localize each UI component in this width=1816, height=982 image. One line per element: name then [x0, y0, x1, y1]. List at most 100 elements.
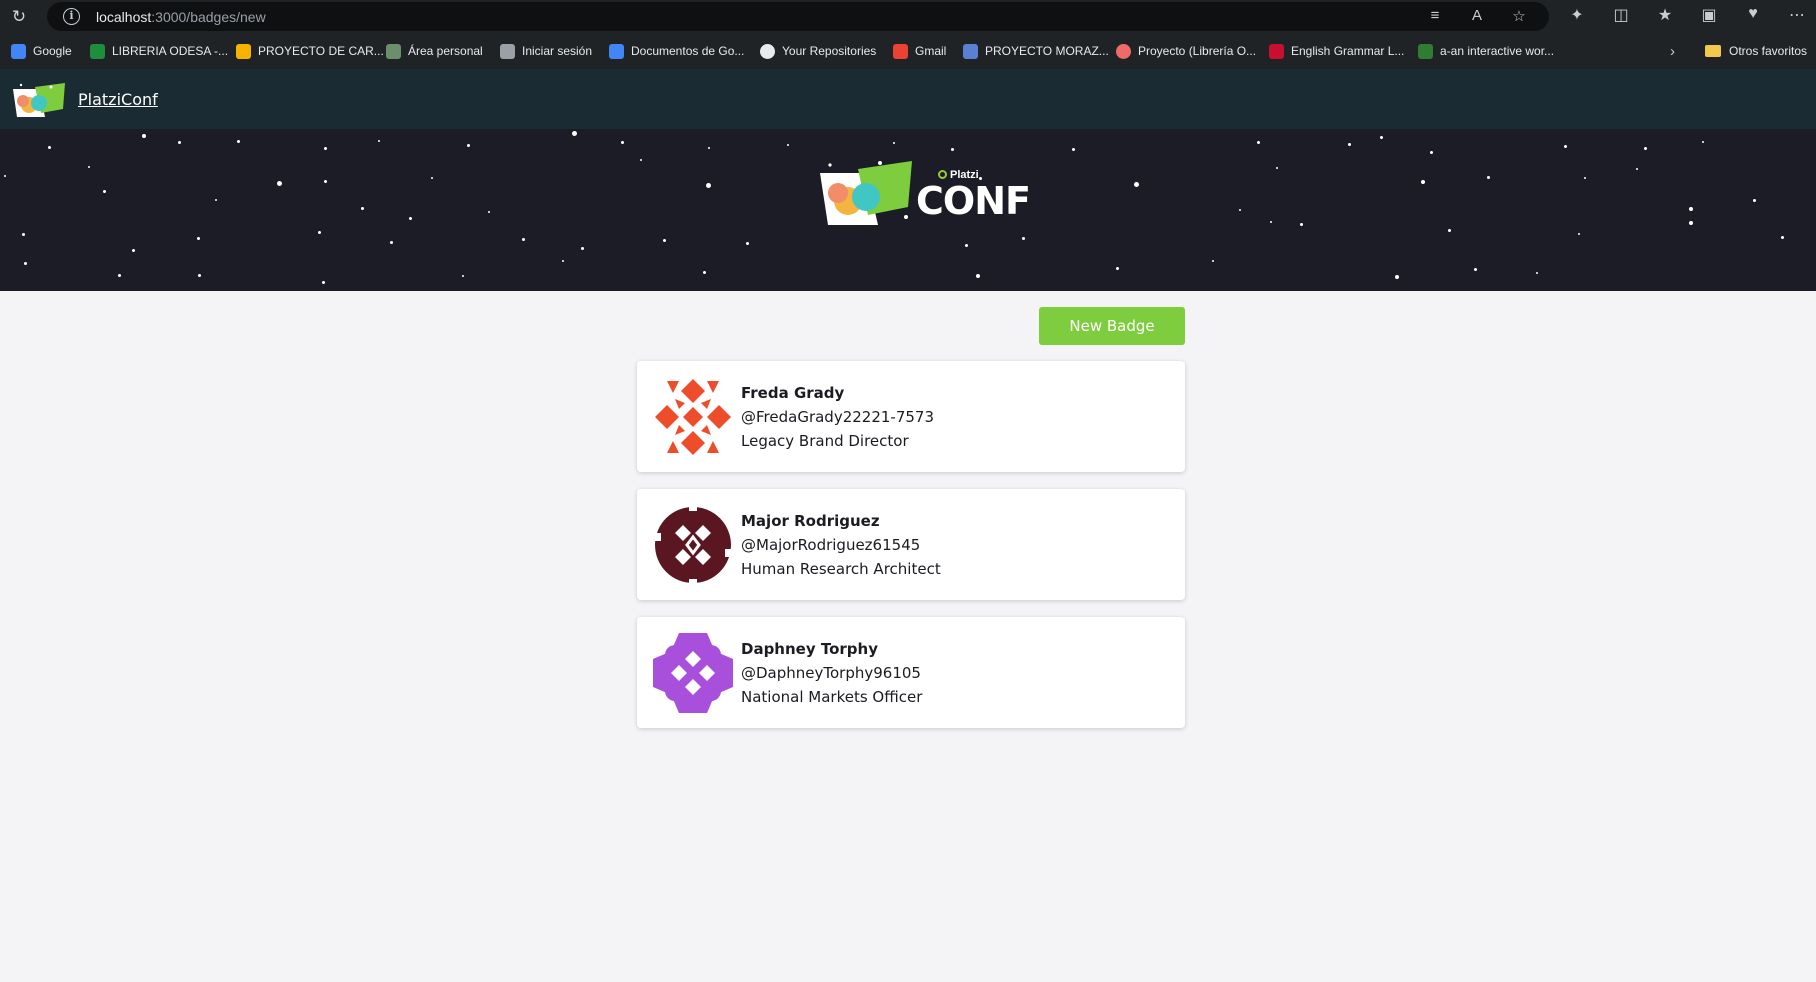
new-badge-button[interactable]: New Badge: [1039, 307, 1185, 345]
collections-icon[interactable]: ▣: [1697, 5, 1721, 25]
performance-icon[interactable]: ♥: [1741, 5, 1765, 25]
badge-list-item[interactable]: Major Rodriguez @MajorRodriguez61545 Hum…: [637, 489, 1185, 600]
bookmark-item[interactable]: Iniciar sesión: [500, 40, 592, 62]
star-decoration: [1348, 143, 1351, 146]
bookmark-favicon-icon: [236, 43, 251, 59]
url-host: localhost: [96, 9, 152, 25]
star-decoration: [581, 247, 584, 250]
star-decoration: [1257, 141, 1260, 144]
star-decoration: [621, 141, 624, 144]
more-menu-icon[interactable]: ⋯: [1785, 5, 1809, 25]
star-decoration: [390, 241, 393, 244]
star-decoration: [951, 148, 954, 151]
star-decoration: [708, 147, 710, 149]
bookmark-item[interactable]: LIBRERIA ODESA -...: [90, 40, 228, 62]
badge-list-item[interactable]: Daphney Torphy @DaphneyTorphy96105 Natio…: [637, 617, 1185, 728]
star-decoration: [22, 233, 25, 236]
bookmark-favicon-icon: [500, 43, 515, 59]
bookmark-item[interactable]: Google: [11, 40, 72, 62]
star-decoration: [746, 242, 749, 245]
badge-list-item[interactable]: Freda Grady @FredaGrady22221-7573 Legacy…: [637, 361, 1185, 472]
other-bookmarks-folder[interactable]: Otros favoritos: [1705, 40, 1807, 62]
bookmark-label: Proyecto (Librería O...: [1138, 44, 1257, 58]
badge-handle: @MajorRodriguez61545: [741, 536, 921, 554]
reload-icon[interactable]: ↻: [8, 6, 30, 28]
bookmark-favicon-icon: [760, 43, 775, 59]
star-decoration: [1644, 147, 1647, 150]
badge-info: Daphney Torphy @DaphneyTorphy96105 Natio…: [741, 637, 922, 709]
star-decoration: [1276, 167, 1278, 169]
star-decoration: [1702, 141, 1704, 143]
platziconf-logo-icon[interactable]: [9, 79, 69, 121]
site-info-icon[interactable]: i: [63, 8, 80, 25]
star-decoration: [324, 147, 327, 150]
url-text[interactable]: localhost:3000/badges/new: [96, 9, 266, 25]
avatar: [655, 379, 731, 455]
favorites-icon[interactable]: ★: [1653, 5, 1677, 25]
bookmark-favicon-icon: [90, 43, 105, 59]
star-decoration: [1270, 221, 1272, 223]
browser-toolbar: ✦ ◫ ★ ▣ ♥ ⋯: [1565, 5, 1809, 25]
bookmark-label: LIBRERIA ODESA -...: [112, 44, 229, 58]
bookmark-label: Your Repositories: [782, 44, 877, 58]
bookmark-favicon-icon: [893, 43, 908, 59]
favorite-star-icon[interactable]: ☆: [1509, 7, 1529, 25]
star-decoration: [1487, 176, 1490, 179]
star-decoration: [88, 166, 90, 168]
star-decoration: [1300, 223, 1303, 226]
bookmark-item[interactable]: PROYECTO DE CAR...: [236, 40, 384, 62]
star-decoration: [467, 144, 470, 147]
bookmark-label: Gmail: [915, 44, 947, 58]
star-decoration: [1536, 272, 1538, 274]
star-decoration: [1134, 182, 1139, 187]
star-decoration: [118, 274, 121, 277]
star-decoration: [142, 134, 146, 138]
bookmark-item[interactable]: Proyecto (Librería O...: [1116, 40, 1256, 62]
star-decoration: [318, 231, 321, 234]
bookmark-item[interactable]: Your Repositories: [760, 40, 876, 62]
star-decoration: [562, 260, 564, 262]
badge-job-title: Human Research Architect: [741, 560, 941, 578]
navbar-home-link[interactable]: PlatziConf: [78, 90, 158, 109]
avatar: [653, 633, 733, 713]
star-decoration: [893, 142, 895, 144]
bookmark-label: Documentos de Go...: [631, 44, 745, 58]
star-decoration: [1212, 260, 1214, 262]
star-decoration: [197, 237, 200, 240]
badge-name: Freda Grady: [741, 384, 845, 402]
bookmark-item[interactable]: English Grammar L...: [1269, 40, 1404, 62]
badge-name: Daphney Torphy: [741, 640, 878, 658]
badge-info: Freda Grady @FredaGrady22221-7573 Legacy…: [741, 381, 934, 453]
bookmark-item[interactable]: a-an interactive wor...: [1418, 40, 1554, 62]
translate-icon[interactable]: ≡: [1425, 7, 1445, 25]
star-decoration: [1421, 180, 1425, 184]
star-decoration: [324, 180, 327, 183]
address-bar[interactable]: i localhost:3000/badges/new ≡ A ☆: [47, 2, 1549, 31]
star-decoration: [322, 281, 325, 284]
bookmark-label: Iniciar sesión: [522, 44, 593, 58]
bookmark-favicon-icon: [1269, 43, 1284, 59]
bookmark-favicon-icon: [11, 43, 26, 59]
star-decoration: [1395, 275, 1399, 279]
star-decoration: [237, 140, 240, 143]
bookmark-item[interactable]: Documentos de Go...: [609, 40, 744, 62]
star-decoration: [277, 181, 282, 186]
star-decoration: [431, 177, 433, 179]
star-decoration: [1578, 233, 1580, 235]
extensions-icon[interactable]: ✦: [1565, 5, 1589, 25]
star-decoration: [1753, 199, 1756, 202]
star-decoration: [1781, 236, 1784, 239]
badge-handle: @DaphneyTorphy96105: [741, 664, 921, 682]
bookmark-favicon-icon: [1116, 43, 1131, 59]
bookmark-label: Google: [33, 44, 72, 58]
avatar: [653, 505, 733, 585]
bookmarks-overflow-icon[interactable]: ›: [1670, 43, 1675, 60]
bookmark-item[interactable]: PROYECTO MORAZ...: [963, 40, 1109, 62]
split-screen-icon[interactable]: ◫: [1609, 5, 1633, 25]
read-aloud-icon[interactable]: A: [1467, 7, 1487, 25]
star-decoration: [965, 244, 968, 247]
star-decoration: [522, 238, 525, 241]
bookmark-item[interactable]: Gmail: [893, 40, 946, 62]
bookmark-item[interactable]: Área personal: [386, 40, 483, 62]
bookmarks-bar: Google LIBRERIA ODESA -... PROYECTO DE C…: [0, 36, 1816, 66]
